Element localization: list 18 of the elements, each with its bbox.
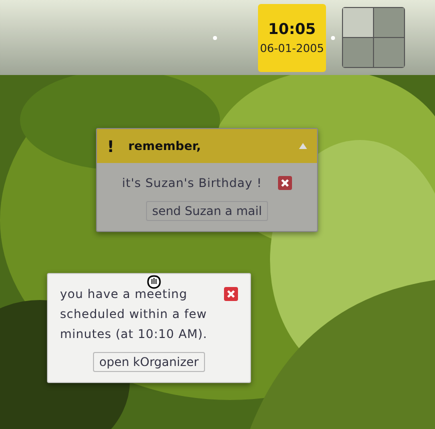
desktop-cell[interactable] <box>343 38 373 67</box>
separator-dot <box>331 36 335 40</box>
clock-widget[interactable]: 10:05 06-01-2005 <box>258 4 326 72</box>
desktop-cell[interactable] <box>374 38 404 67</box>
reminder-message: you have a meeting scheduled within a few minutes (at 10:10 AM). <box>60 286 208 343</box>
desktop-cell[interactable] <box>374 8 404 37</box>
reminder-message: it's Suzan's Birthday ! <box>122 175 262 192</box>
close-icon[interactable] <box>224 287 238 301</box>
action-button[interactable]: open kOrganizer <box>93 352 205 372</box>
close-icon[interactable] <box>278 176 292 190</box>
clock-date: 06-01-2005 <box>260 42 324 55</box>
popup-title: remember, <box>128 139 202 153</box>
action-button[interactable]: send Suzan a mail <box>146 201 268 221</box>
clock-time: 10:05 <box>268 20 316 38</box>
collapse-icon[interactable] <box>299 143 307 149</box>
exclamation-mark: ! <box>107 136 114 156</box>
desktop-cell[interactable] <box>343 8 373 37</box>
separator-dot <box>213 36 217 40</box>
